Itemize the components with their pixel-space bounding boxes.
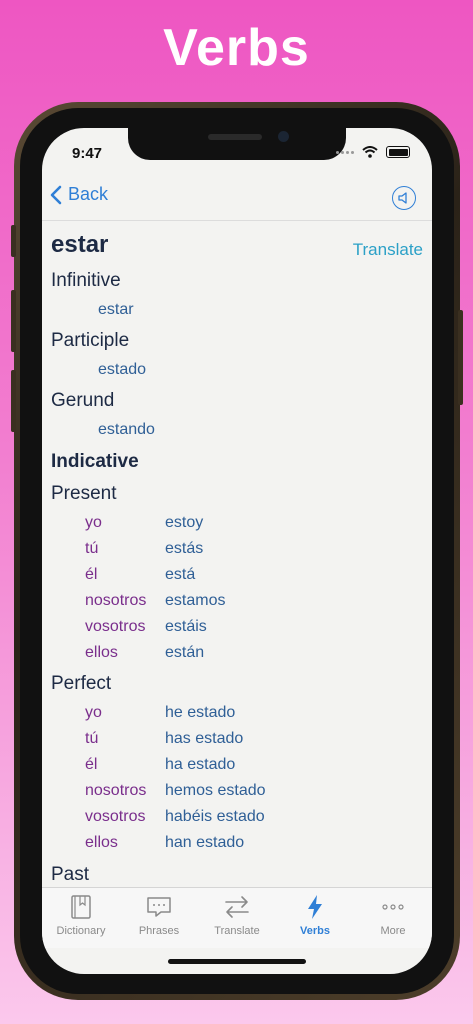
- mood-heading: Indicative: [51, 451, 139, 472]
- tab-label: Phrases: [138, 925, 180, 937]
- verb-title: estar: [51, 231, 109, 258]
- mute-switch: [11, 225, 16, 257]
- gerund-value: estando: [98, 421, 155, 438]
- verb-content[interactable]: estar Translate Infinitive estar Partici…: [42, 221, 432, 887]
- perfect-form: ha estado: [165, 756, 236, 773]
- perfect-pronoun: yo: [85, 704, 102, 721]
- present-form: estáis: [165, 618, 207, 635]
- camera: [278, 131, 289, 142]
- power-button: [458, 310, 463, 405]
- past-heading: Past: [51, 864, 90, 885]
- perfect-form: hemos estado: [165, 782, 266, 799]
- perfect-pronoun: tú: [85, 730, 99, 747]
- tab-label: Verbs: [300, 925, 330, 937]
- volume-down-button: [11, 370, 16, 432]
- nav-bar: Back: [42, 178, 432, 221]
- infinitive-value: estar: [98, 301, 134, 318]
- tab-label: Translate: [214, 925, 260, 937]
- infinitive-heading: Infinitive: [51, 270, 121, 291]
- present-heading: Present: [51, 483, 117, 504]
- perfect-form: han estado: [165, 834, 245, 851]
- perfect-pronoun: ellos: [85, 834, 118, 851]
- present-pronoun: ellos: [85, 644, 118, 661]
- speaker-icon: [398, 192, 407, 204]
- tab-label: Dictionary: [56, 925, 106, 937]
- volume-up-button: [11, 290, 16, 352]
- present-form: están: [165, 644, 205, 661]
- present-form: estás: [165, 540, 204, 557]
- app-screen: 9:47 Back estar Translate Infinitive est…: [42, 128, 432, 974]
- tab-verbs[interactable]: Verbs: [276, 888, 354, 948]
- tab-bar: Dictionary Phrases Translate Verbs More: [42, 887, 432, 948]
- participle-value: estado: [98, 361, 147, 378]
- participle-heading: Participle: [51, 330, 130, 351]
- present-form: está: [165, 566, 196, 583]
- tab-label: More: [380, 925, 406, 937]
- signal-icon: [336, 150, 354, 154]
- present-pronoun: tú: [85, 540, 99, 557]
- gerund-heading: Gerund: [51, 390, 115, 411]
- perfect-form: has estado: [165, 730, 244, 747]
- perfect-form: habéis estado: [165, 808, 265, 825]
- home-indicator[interactable]: [168, 959, 306, 964]
- chat-bubble-icon: [147, 897, 171, 917]
- notch: [128, 128, 346, 160]
- lightning-icon: [308, 895, 322, 919]
- battery-icon: [386, 146, 410, 158]
- wifi-icon: [362, 146, 378, 158]
- perfect-heading: Perfect: [51, 673, 112, 694]
- chevron-left-icon: [50, 185, 62, 204]
- present-pronoun: nosotros: [85, 592, 147, 609]
- pronounce-button[interactable]: [392, 186, 416, 210]
- present-form: estamos: [165, 592, 226, 609]
- tab-dictionary[interactable]: Dictionary: [42, 888, 120, 948]
- status-icons: [336, 146, 410, 158]
- status-time: 9:47: [72, 145, 103, 162]
- present-form: estoy: [165, 514, 204, 531]
- hero-title: Verbs: [163, 19, 310, 77]
- swap-arrows-icon: [225, 896, 249, 918]
- present-pronoun: yo: [85, 514, 102, 531]
- back-label: Back: [68, 184, 109, 204]
- tab-more[interactable]: More: [354, 888, 432, 948]
- book-icon: [71, 895, 91, 919]
- present-pronoun: vosotros: [85, 618, 146, 635]
- tab-phrases[interactable]: Phrases: [120, 888, 198, 948]
- perfect-form: he estado: [165, 704, 236, 721]
- present-pronoun: él: [85, 566, 98, 583]
- translate-link[interactable]: Translate: [353, 240, 423, 260]
- earpiece: [208, 134, 262, 140]
- tab-translate[interactable]: Translate: [198, 888, 276, 948]
- back-button[interactable]: Back: [50, 184, 108, 205]
- perfect-pronoun: él: [85, 756, 98, 773]
- more-dots-icon: [382, 904, 404, 910]
- perfect-pronoun: nosotros: [85, 782, 147, 799]
- perfect-pronoun: vosotros: [85, 808, 146, 825]
